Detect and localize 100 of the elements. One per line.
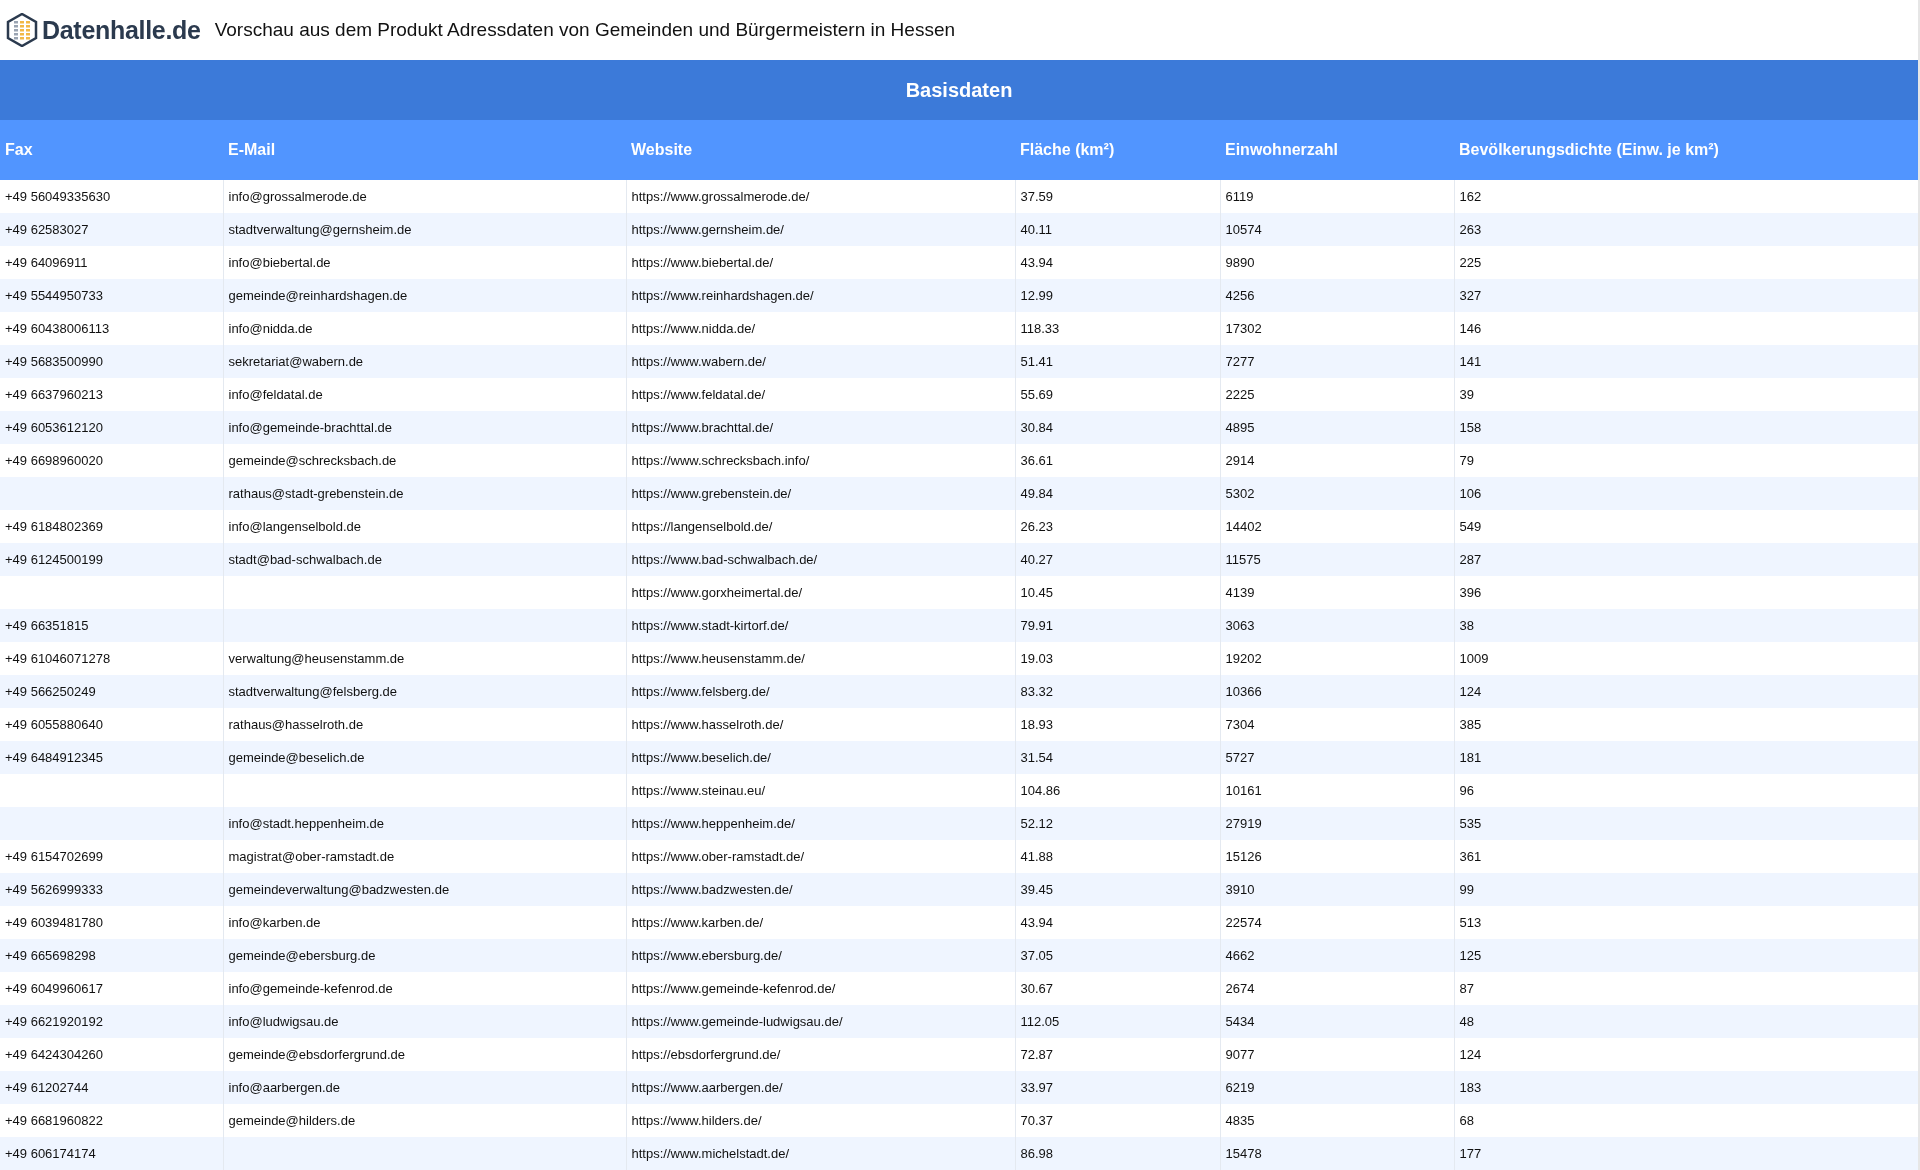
table-cell: 87	[1459, 981, 1474, 996]
table-cell: gemeinde@schrecksbach.de	[228, 453, 397, 468]
column-header: Website	[626, 120, 1015, 180]
table-cell: 40.27	[1020, 552, 1054, 567]
table-cell: 106	[1459, 486, 1482, 501]
table-cell: info@ludwigsau.de	[228, 1014, 339, 1029]
table-cell: 7277	[1225, 354, 1255, 369]
table-cell: 18.93	[1020, 717, 1054, 732]
table-cell: 535	[1459, 816, 1482, 831]
table-cell: info@nidda.de	[228, 321, 313, 336]
table-cell: info@grossalmerode.de	[228, 189, 367, 204]
table-cell: +49 6154702699	[5, 849, 103, 864]
table-cell: 99	[1459, 882, 1474, 897]
table-cell: 141	[1459, 354, 1482, 369]
table-cell: +49 6184802369	[5, 519, 103, 534]
table-cell: +49 6621920192	[5, 1014, 103, 1029]
table-cell: 10366	[1225, 684, 1262, 699]
table-cell: gemeinde@ebsdorfergrund.de	[228, 1047, 406, 1062]
table-cell: 1009	[1459, 651, 1489, 666]
table-cell: +49 5626999333	[5, 882, 103, 897]
table-cell: 385	[1459, 717, 1482, 732]
table-cell: 26.23	[1020, 519, 1054, 534]
table-cell: +49 606174174	[5, 1146, 96, 1161]
table-cell: 51.41	[1020, 354, 1054, 369]
table-cell: gemeinde@hilders.de	[228, 1113, 356, 1128]
table-cell: 125	[1459, 948, 1482, 963]
table-cell: 225	[1459, 255, 1482, 270]
table-cell: https://www.hasselroth.de/	[631, 717, 784, 732]
table-cell: 49.84	[1020, 486, 1054, 501]
table-cell: +49 60438006113	[5, 321, 110, 336]
table-cell: 79	[1459, 453, 1474, 468]
table-cell: 96	[1459, 783, 1474, 798]
column-header: Fax	[0, 120, 223, 180]
table-cell: 183	[1459, 1080, 1482, 1095]
table-cell: +49 6681960822	[5, 1113, 103, 1128]
table-cell: 10574	[1225, 222, 1262, 237]
table-cell: 39	[1459, 387, 1474, 402]
table-cell: https://langenselbold.de/	[631, 519, 773, 534]
table-cell: 10.45	[1020, 585, 1054, 600]
table-cell: https://www.gorxheimertal.de/	[631, 585, 803, 600]
table-cell: stadt@bad-schwalbach.de	[228, 552, 382, 567]
logo-text: Datenhalle.de	[42, 15, 201, 45]
table-cell: https://www.badzwesten.de/	[631, 882, 793, 897]
table-cell: info@gemeinde-brachttal.de	[228, 420, 392, 435]
table-cell: https://www.bad-schwalbach.de/	[631, 552, 818, 567]
table-cell: rathaus@stadt-grebenstein.de	[228, 486, 404, 501]
table-cell: 112.05	[1020, 1014, 1060, 1029]
table-cell: stadtverwaltung@felsberg.de	[228, 684, 398, 699]
table-cell: 7304	[1225, 717, 1255, 732]
table-cell: 38	[1459, 618, 1474, 633]
table-cell: info@feldatal.de	[228, 387, 323, 402]
table-cell: 52.12	[1020, 816, 1054, 831]
table-cell: https://ebsdorfergrund.de/	[631, 1047, 781, 1062]
table-cell: +49 6424304260	[5, 1047, 103, 1062]
table-cell: 11575	[1225, 552, 1261, 567]
table-cell: 68	[1459, 1113, 1474, 1128]
table-cell: +49 6484912345	[5, 750, 103, 765]
column-header: E-Mail	[223, 120, 626, 180]
table-cell: 19202	[1225, 651, 1262, 666]
table-cell: 48	[1459, 1014, 1474, 1029]
table-cell: 124	[1459, 684, 1482, 699]
table-cell: rathaus@hasselroth.de	[228, 717, 364, 732]
table-cell: 549	[1459, 519, 1482, 534]
table-cell: 19.03	[1020, 651, 1054, 666]
table-cell: 162	[1459, 189, 1482, 204]
table-cell: 31.54	[1020, 750, 1054, 765]
table-cell: 327	[1459, 288, 1482, 303]
table-cell: 181	[1459, 750, 1482, 765]
table-cell: 72.87	[1020, 1047, 1054, 1062]
table-cell: +49 5544950733	[5, 288, 103, 303]
table-cell: 4256	[1225, 288, 1255, 303]
table-cell: gemeinde@beselich.de	[228, 750, 365, 765]
table-cell: 4662	[1225, 948, 1255, 963]
table-cell: +49 665698298	[5, 948, 96, 963]
table-cell: https://www.karben.de/	[631, 915, 763, 930]
table-cell: https://www.biebertal.de/	[631, 255, 774, 270]
table-cell: +49 566250249	[5, 684, 96, 699]
table-cell: 15478	[1225, 1146, 1262, 1161]
table-cell: 3063	[1225, 618, 1255, 633]
table-cell: 22574	[1225, 915, 1262, 930]
table-cell: 361	[1459, 849, 1482, 864]
table-cell: 9077	[1225, 1047, 1255, 1062]
table-cell: +49 6053612120	[5, 420, 103, 435]
table-cell: +49 6124500199	[5, 552, 103, 567]
table-cell: 396	[1459, 585, 1482, 600]
table-cell: 10161	[1225, 783, 1262, 798]
table-cell: https://www.gemeinde-kefenrod.de/	[631, 981, 836, 996]
table-cell: 4835	[1225, 1113, 1255, 1128]
table-cell: 6219	[1225, 1080, 1255, 1095]
table-cell: info@karben.de	[228, 915, 321, 930]
table-cell: gemeindeverwaltung@badzwesten.de	[228, 882, 450, 897]
table-cell: 15126	[1225, 849, 1262, 864]
table-cell: verwaltung@heusenstamm.de	[228, 651, 405, 666]
table-cell: 5302	[1225, 486, 1255, 501]
table-cell: https://www.reinhardshagen.de/	[631, 288, 814, 303]
table-cell: 263	[1459, 222, 1482, 237]
table-cell: https://www.grossalmerode.de/	[631, 189, 810, 204]
table-cell: https://www.gernsheim.de/	[631, 222, 784, 237]
table-cell: +49 66351815	[5, 618, 89, 633]
table-cell: magistrat@ober-ramstadt.de	[228, 849, 395, 864]
